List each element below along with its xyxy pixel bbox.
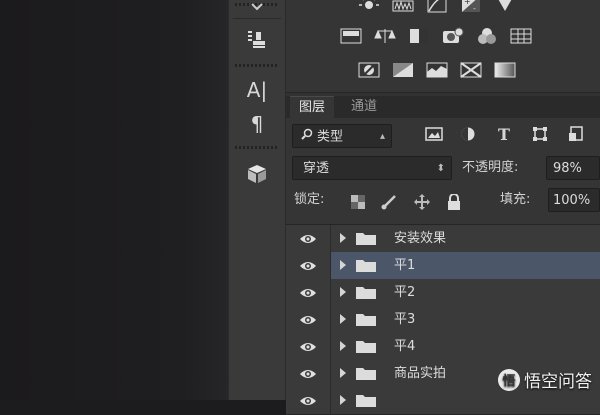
gradient-map-icon[interactable] [494,60,516,80]
brightness-icon[interactable] [358,0,380,14]
shape-filter-icon[interactable] [530,124,550,144]
filter-kind-select[interactable]: 类型 ▴ [292,124,392,148]
layer-name: 平4 [394,339,416,354]
color-balance-icon[interactable] [374,26,396,46]
expand-triangle-icon[interactable] [340,287,346,297]
opacity-input[interactable]: 98% [546,156,600,180]
posterize-icon[interactable] [392,60,414,80]
lock-row: 锁定: 填充: 100% [286,186,600,218]
channel-mixer-icon[interactable] [476,26,498,46]
panel-tabs: 图层 通道 [286,96,600,119]
levels-icon[interactable] [392,0,414,14]
hue-saturation-icon[interactable] [340,26,362,46]
layer-name: 平1 [394,258,416,273]
blend-mode-value: 穿透 [303,161,330,176]
lock-all-icon[interactable] [444,192,464,212]
layer-name: 平2 [394,285,416,300]
eye-icon[interactable] [286,387,331,414]
layer-name: 平3 [394,312,416,327]
dock-grip[interactable] [235,64,279,67]
panel-dock-strip: A| ¶ [228,0,286,400]
fill-input[interactable]: 100% [548,188,600,212]
folder-icon [356,341,376,353]
black-white-icon[interactable] [408,26,430,46]
vibrance-icon[interactable] [494,0,516,14]
expand-triangle-icon[interactable] [340,260,346,270]
dock-separator [233,18,281,19]
lock-image-pixels-icon[interactable] [380,192,400,212]
eye-icon[interactable] [286,225,331,252]
layers-panel: + - 图层 通道 类型 ▴ T 穿透 ⬍ 不透明度: 98% 锁定: 填充: … [286,0,600,415]
blend-mode-select[interactable]: 穿透 ⬍ [292,156,452,180]
stamp-icon[interactable] [235,24,279,56]
folder-icon [356,314,376,326]
eye-icon[interactable] [286,360,331,387]
type-filter-glyph: T [498,124,510,144]
eye-icon[interactable] [286,252,331,279]
folder-icon [356,233,376,245]
fill-label: 填充: [500,192,531,207]
expand-triangle-icon[interactable] [340,395,346,405]
selective-color-icon[interactable] [460,60,482,80]
expand-triangle-icon[interactable] [340,341,346,351]
opacity-label: 不透明度: [462,160,519,175]
select-arrows-icon: ⬍ [436,163,445,174]
adjustments-row-1: + - [358,0,516,14]
folder-icon [356,287,376,299]
tab-layers[interactable]: 图层 [290,96,335,119]
adjustment-filter-icon[interactable] [458,124,478,144]
filter-row: 类型 ▴ T [286,120,600,152]
dock-grip[interactable] [235,146,279,149]
layer-row[interactable]: 平3 [286,306,600,334]
lock-transparent-pixels-icon[interactable] [348,192,368,212]
watermark: 悟 悟空问答 [498,367,592,392]
character-icon[interactable]: A| [235,74,279,106]
3d-cube-icon[interactable] [235,158,279,190]
type-filter-icon[interactable]: T [494,124,514,144]
threshold-icon[interactable] [426,60,448,80]
invert-icon[interactable] [358,60,380,80]
search-icon [301,125,313,149]
paragraph-panel-label: ¶ [250,112,264,136]
layer-row-selected[interactable]: 平1 [286,252,600,280]
filter-kind-label: 类型 [317,129,344,145]
watermark-text: 悟空问答 [524,372,592,392]
eye-icon[interactable] [286,306,331,333]
character-panel-label: A| [246,78,268,102]
layer-name: 安装效果 [394,231,447,246]
eye-icon[interactable] [286,333,331,360]
document-canvas [0,0,228,400]
exposure-icon[interactable]: + - [460,0,482,14]
lock-label: 锁定: [294,192,325,207]
blend-row: 穿透 ⬍ 不透明度: 98% [286,154,600,186]
svg-text:+: + [464,0,471,6]
color-lookup-icon[interactable] [510,26,532,46]
arrange-icon[interactable] [235,0,279,14]
layer-row[interactable]: 平2 [286,279,600,307]
tab-channels[interactable]: 通道 [342,96,386,118]
adjustments-panel: + - [286,0,600,93]
smart-object-filter-icon[interactable] [566,124,586,144]
folder-icon [356,260,376,272]
expand-triangle-icon[interactable] [340,314,346,324]
layer-row[interactable]: 平4 [286,333,600,361]
folder-icon [356,368,376,380]
wukong-logo-icon: 悟 [498,368,520,391]
adjustments-row-3 [358,60,516,80]
photo-filter-icon[interactable] [442,26,464,46]
svg-text:-: - [473,4,476,13]
layer-row[interactable]: 安装效果 [286,225,600,253]
pixel-filter-icon[interactable] [424,124,444,144]
expand-triangle-icon[interactable] [340,233,346,243]
layer-name: 商品实拍 [394,366,447,381]
folder-icon [356,395,376,407]
lock-position-icon[interactable] [412,192,432,212]
curves-icon[interactable] [426,0,448,14]
select-arrows-icon: ▴ [379,131,385,142]
adjustments-row-2 [340,26,532,46]
paragraph-icon[interactable]: ¶ [235,108,279,140]
expand-triangle-icon[interactable] [340,368,346,378]
eye-icon[interactable] [286,279,331,306]
